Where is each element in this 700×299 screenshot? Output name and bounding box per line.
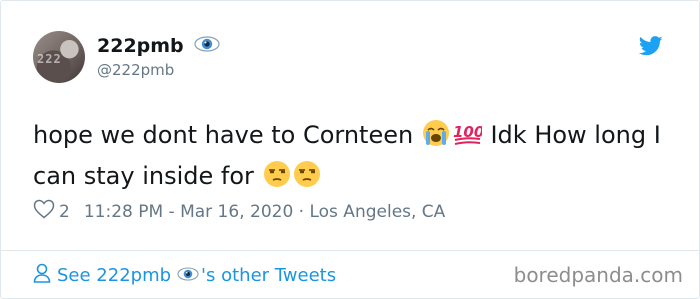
unamused-face-icon [293,160,321,199]
display-name[interactable]: 222pmb [97,35,184,57]
divider [1,250,699,251]
timestamp-location[interactable]: 11:28 PM - Mar 16, 2020 · Los Angeles, C… [84,202,445,222]
avatar-text: 222 [37,52,62,66]
watermark: boredpanda.com [513,263,683,287]
heart-icon[interactable] [33,199,55,224]
twitter-bird-icon[interactable] [638,36,663,60]
person-icon [33,263,51,288]
tweet-card: 222 222pmb @222pmb hope we dont have to … [0,0,700,299]
tweet-meta: 2 11:28 PM - Mar 16, 2020 · Los Angeles,… [33,199,445,224]
hundred-points-icon: 100 [452,119,484,158]
tweet-text-part1: hope we dont have to Cornteen [33,121,421,149]
tweet-text: hope we dont have to Cornteen 100 Idk Ho… [33,117,683,199]
link-prefix: See 222pmb [57,265,172,286]
loudly-crying-face-icon [422,119,450,158]
eye-icon [194,36,220,56]
unamused-face-icon [263,160,291,199]
link-suffix: 's other Tweets [201,265,337,286]
handle[interactable]: @222pmb [97,61,174,79]
eye-icon [177,265,199,286]
author-name-row: 222pmb [97,35,220,57]
avatar[interactable]: 222 [33,31,85,83]
see-other-tweets-link[interactable]: See 222pmb 's other Tweets [33,263,336,288]
like-count[interactable]: 2 [59,202,70,222]
